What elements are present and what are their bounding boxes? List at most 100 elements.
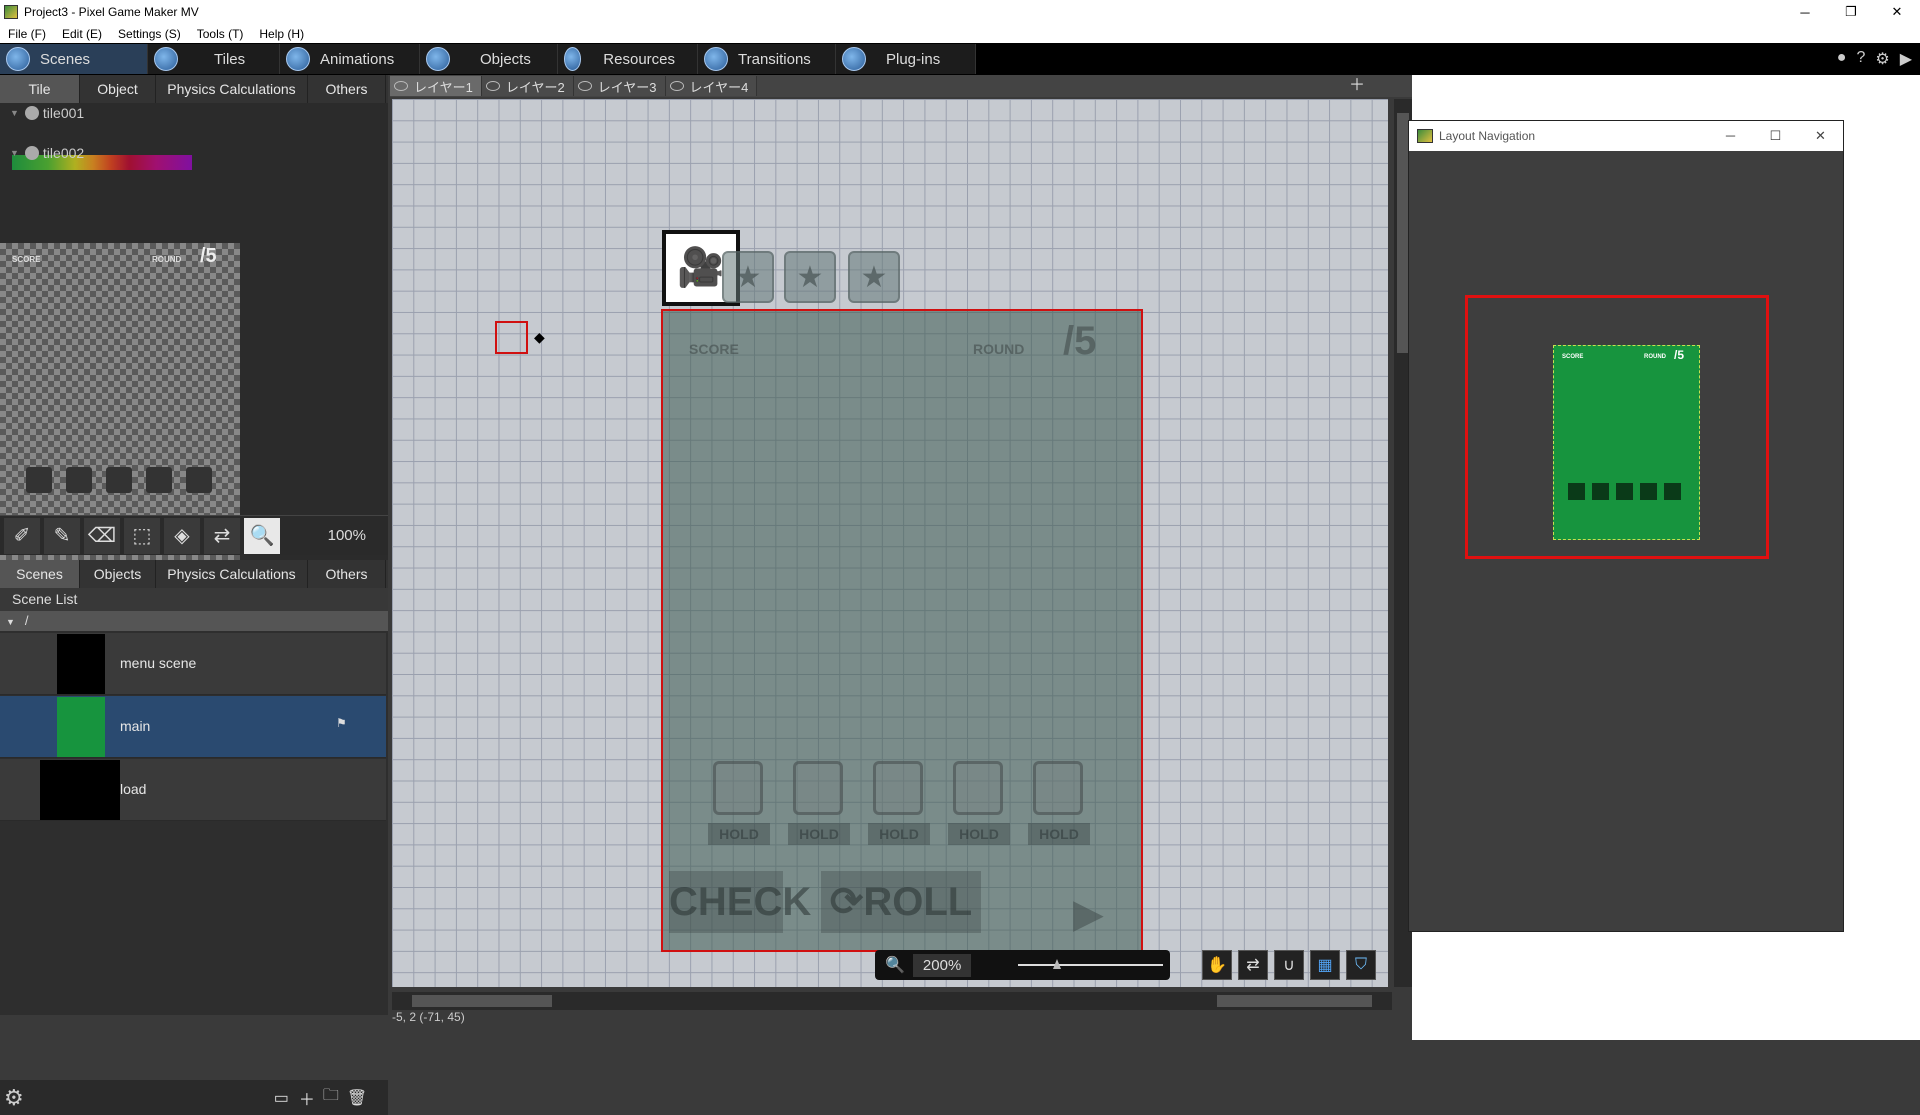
scene-row-load[interactable]: load <box>0 759 386 821</box>
minimize-button[interactable]: ─ <box>1782 0 1828 24</box>
check-button-ghost: CHECK <box>669 871 811 933</box>
scene-folder-root[interactable]: ▼ / <box>0 611 388 631</box>
swap-icon[interactable]: ⇄ <box>1238 950 1268 980</box>
cursor-arrow-icon: ▶ <box>1073 892 1104 936</box>
eye-icon[interactable] <box>394 81 408 91</box>
expand-triangle-icon[interactable]: ▼ <box>10 148 19 158</box>
die-slot <box>1568 483 1585 500</box>
menu-bar: File (F) Edit (E) Settings (S) Tools (T)… <box>0 24 1920 43</box>
die-slot <box>1640 483 1657 500</box>
subtab-physics[interactable]: Physics Calculations <box>156 560 308 588</box>
scene-name: main <box>120 718 151 734</box>
scene-editor: レイヤー1 レイヤー2 レイヤー3 レイヤー4 ＋ ◆ 🎥 ★ ★ ★ SCOR… <box>390 75 1412 1010</box>
select-tool-icon[interactable]: ⬚ <box>124 517 160 554</box>
scene-row-main[interactable]: main ⚑ <box>0 696 386 758</box>
layer-name: レイヤー3 <box>597 79 657 95</box>
die-slot <box>106 467 132 493</box>
subtab-objects[interactable]: Objects <box>80 560 156 588</box>
tab-objects[interactable]: Objects <box>420 44 558 74</box>
subtab-object[interactable]: Object <box>80 75 156 103</box>
eye-icon[interactable] <box>669 81 684 91</box>
tab-plugins[interactable]: Plug-ins <box>836 44 976 74</box>
tool-zoom-level[interactable]: 100% <box>328 527 366 544</box>
hold-label: HOLD <box>708 823 770 845</box>
maximize-button[interactable]: ❐ <box>1828 0 1874 24</box>
subtab-physics[interactable]: Physics Calculations <box>156 75 308 103</box>
new-scene-icon[interactable]: ▭ <box>274 1088 289 1108</box>
animations-icon <box>286 47 310 71</box>
tab-animations[interactable]: Animations <box>280 44 420 74</box>
scene-minimap[interactable]: SCORE ROUND /5 <box>1553 345 1700 540</box>
trash-icon[interactable]: 🗑 <box>347 1088 367 1108</box>
horizontal-scrollbar[interactable] <box>392 992 1392 1010</box>
zoom-tool-icon[interactable]: 🔍 <box>244 517 280 554</box>
die-slot <box>953 761 1003 815</box>
info-icon[interactable]: ● <box>1837 49 1847 69</box>
tab-label: Resources <box>603 50 675 68</box>
scroll-thumb[interactable] <box>412 995 552 1007</box>
scene-bounds[interactable]: SCORE ROUND /5 HOLD HOLD HOLD HOLD HOLD … <box>661 309 1143 952</box>
eraser-tool-icon[interactable]: ⌫ <box>84 517 120 554</box>
menu-tools[interactable]: Tools (T) <box>189 27 252 41</box>
menu-settings[interactable]: Settings (S) <box>110 27 189 41</box>
layer-tab-2[interactable]: レイヤー2 <box>481 76 574 96</box>
tab-scenes[interactable]: Scenes <box>0 44 148 74</box>
minimize-button[interactable]: ─ <box>1708 128 1753 144</box>
tab-tiles[interactable]: Tiles <box>148 44 280 74</box>
pointer-tool-icon[interactable]: ✐ <box>4 517 40 554</box>
subtab-others[interactable]: Others <box>308 560 386 588</box>
subtab-tile[interactable]: Tile <box>0 75 80 103</box>
scene-thumbnail <box>40 760 120 820</box>
tab-resources[interactable]: Resources <box>558 44 698 74</box>
layer-tab-4[interactable]: レイヤー4 <box>665 76 758 96</box>
subtab-others[interactable]: Others <box>308 75 386 103</box>
magnet-icon[interactable]: ∪ <box>1274 950 1304 980</box>
play-icon[interactable]: ▶ <box>1900 49 1912 69</box>
close-button[interactable]: ✕ <box>1874 0 1920 24</box>
tab-transitions[interactable]: Transitions <box>698 44 836 74</box>
grid-icon[interactable]: ▦ <box>1310 950 1340 980</box>
expand-triangle-icon[interactable]: ▼ <box>6 617 15 627</box>
menu-help[interactable]: Help (H) <box>251 27 312 41</box>
search-icon[interactable]: 🔍 <box>885 955 905 975</box>
tab-label: Transitions <box>738 50 811 68</box>
menu-edit[interactable]: Edit (E) <box>54 27 110 41</box>
subtab-scenes[interactable]: Scenes <box>0 560 80 588</box>
maximize-button[interactable]: ☐ <box>1753 128 1798 144</box>
fill-tool-icon[interactable]: ◈ <box>164 517 200 554</box>
tile-item[interactable]: ▼ tile001 <box>0 103 388 123</box>
menu-file[interactable]: File (F) <box>0 27 54 41</box>
new-folder-icon[interactable]: 🗀 <box>323 1084 339 1111</box>
pen-tool-icon[interactable]: ✎ <box>44 517 80 554</box>
layer-tab-1[interactable]: レイヤー1 <box>390 76 482 96</box>
gear-icon[interactable]: ⚙ <box>1875 49 1889 69</box>
tab-label: Tiles <box>214 50 246 68</box>
tab-label: Scenes <box>40 50 91 68</box>
eye-icon[interactable] <box>485 81 500 91</box>
add-layer-icon[interactable]: ＋ <box>1348 77 1366 95</box>
hand-tool-icon[interactable]: ✋ <box>1202 950 1232 980</box>
round-total: /5 <box>1063 319 1097 363</box>
help-icon[interactable]: ? <box>1856 49 1865 69</box>
eye-icon[interactable] <box>577 81 592 91</box>
canvas-zoom-level[interactable]: 200% <box>912 953 972 977</box>
shield-icon[interactable]: ⛉ <box>1346 950 1376 980</box>
hold-label: HOLD <box>868 823 930 845</box>
expand-triangle-icon[interactable]: ▼ <box>10 108 19 118</box>
zoom-slider[interactable] <box>1018 964 1163 966</box>
swap-tool-icon[interactable]: ⇄ <box>204 517 240 554</box>
close-button[interactable]: ✕ <box>1798 128 1843 144</box>
hold-label: HOLD <box>1028 823 1090 845</box>
scene-canvas[interactable]: ◆ 🎥 ★ ★ ★ SCORE ROUND /5 HOLD HOLD HOLD … <box>392 99 1388 987</box>
scene-row-menu[interactable]: menu scene <box>0 633 386 695</box>
gear-icon[interactable]: ⚙ <box>4 1085 24 1111</box>
tile-preview[interactable]: SCORE ROUND /5 <box>0 243 240 561</box>
tab-label: Animations <box>320 50 395 68</box>
die-slot <box>793 761 843 815</box>
canvas-tools: ✋ ⇄ ∪ ▦ ⛉ <box>1202 950 1376 980</box>
layer-tab-3[interactable]: レイヤー3 <box>573 76 666 96</box>
add-scene-icon[interactable]: ＋ <box>299 1086 315 1110</box>
scroll-thumb[interactable] <box>1217 995 1372 1007</box>
transitions-icon <box>704 47 728 71</box>
tile-item[interactable]: ▼ tile002 <box>0 143 84 163</box>
